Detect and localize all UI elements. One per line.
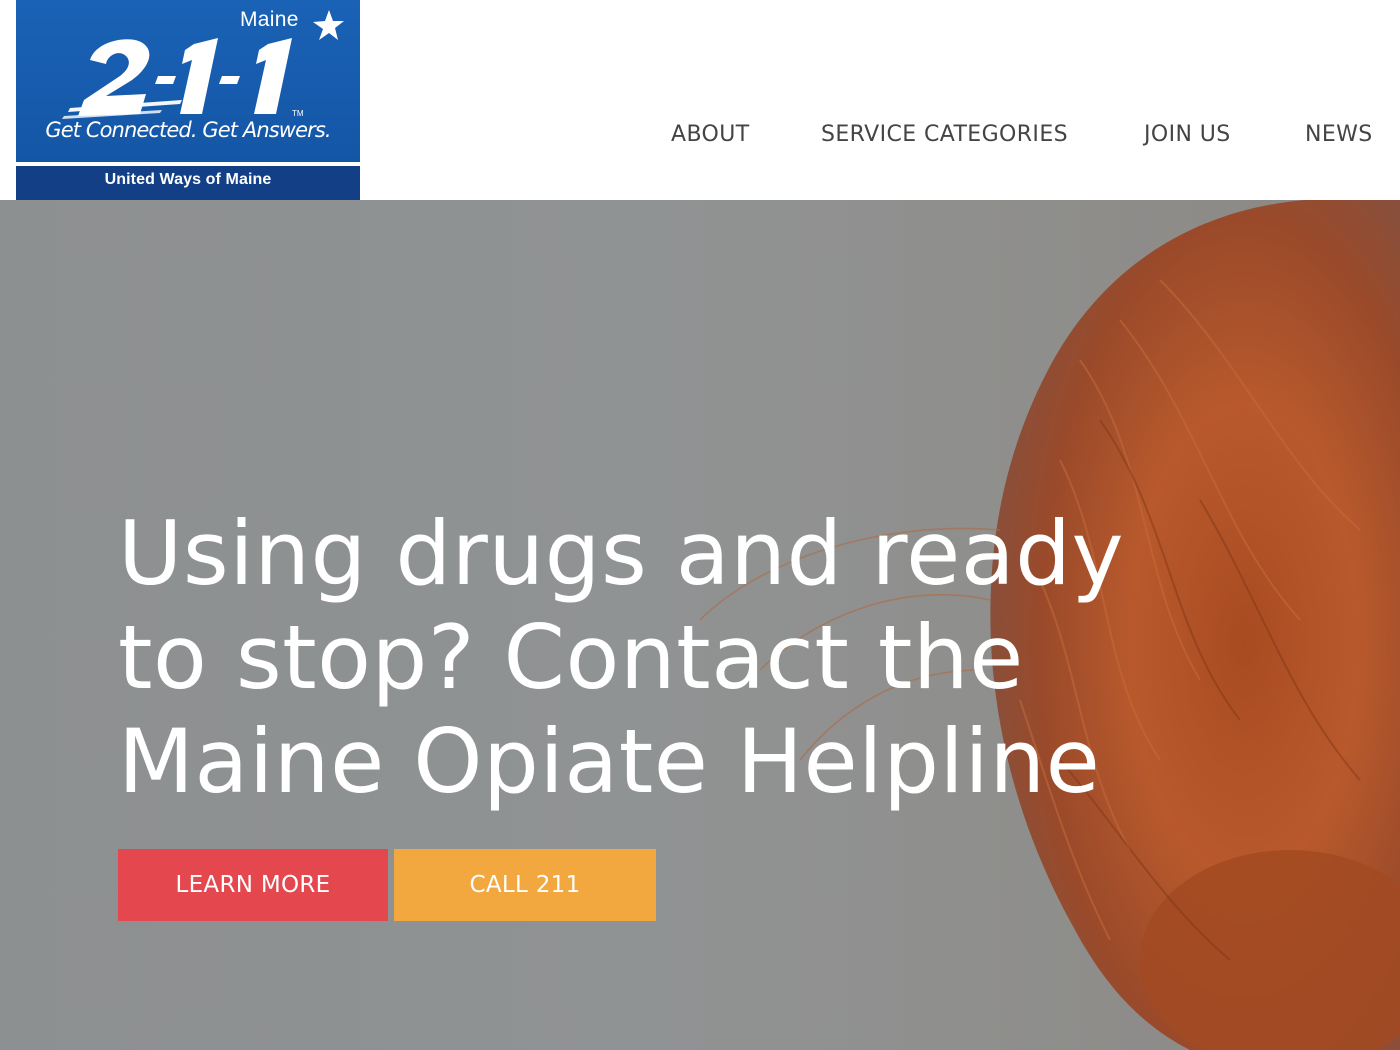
- hero-headline: Using drugs and ready to stop? Contact t…: [118, 502, 1125, 813]
- call-211-button[interactable]: CALL 211: [394, 849, 656, 921]
- site-logo[interactable]: Maine 2-1-1 TM Get Connected. Get Answer…: [16, 0, 360, 200]
- logo-trademark: TM: [292, 109, 304, 118]
- nav-item-about[interactable]: ABOUT: [671, 122, 750, 147]
- logo-state-name: Maine: [240, 8, 299, 31]
- nav-item-join-us[interactable]: JOIN US: [1144, 122, 1231, 147]
- site-header: Maine 2-1-1 TM Get Connected. Get Answer…: [0, 0, 1400, 200]
- nav-item-service-categories[interactable]: SERVICE CATEGORIES: [821, 122, 1068, 147]
- logo-number-text: 2-1-1: [62, 30, 65, 31]
- learn-more-button[interactable]: LEARN MORE: [118, 849, 388, 921]
- star-icon: [313, 10, 344, 40]
- logo-organization: United Ways of Maine: [104, 171, 272, 188]
- nav-item-news[interactable]: NEWS: [1305, 122, 1373, 147]
- main-nav: ABOUT SERVICE CATEGORIES JOIN US NEWS: [0, 122, 1400, 156]
- hero-banner: Using drugs and ready to stop? Contact t…: [0, 200, 1400, 1050]
- logo-211-mark: 2-1-1: [62, 30, 292, 119]
